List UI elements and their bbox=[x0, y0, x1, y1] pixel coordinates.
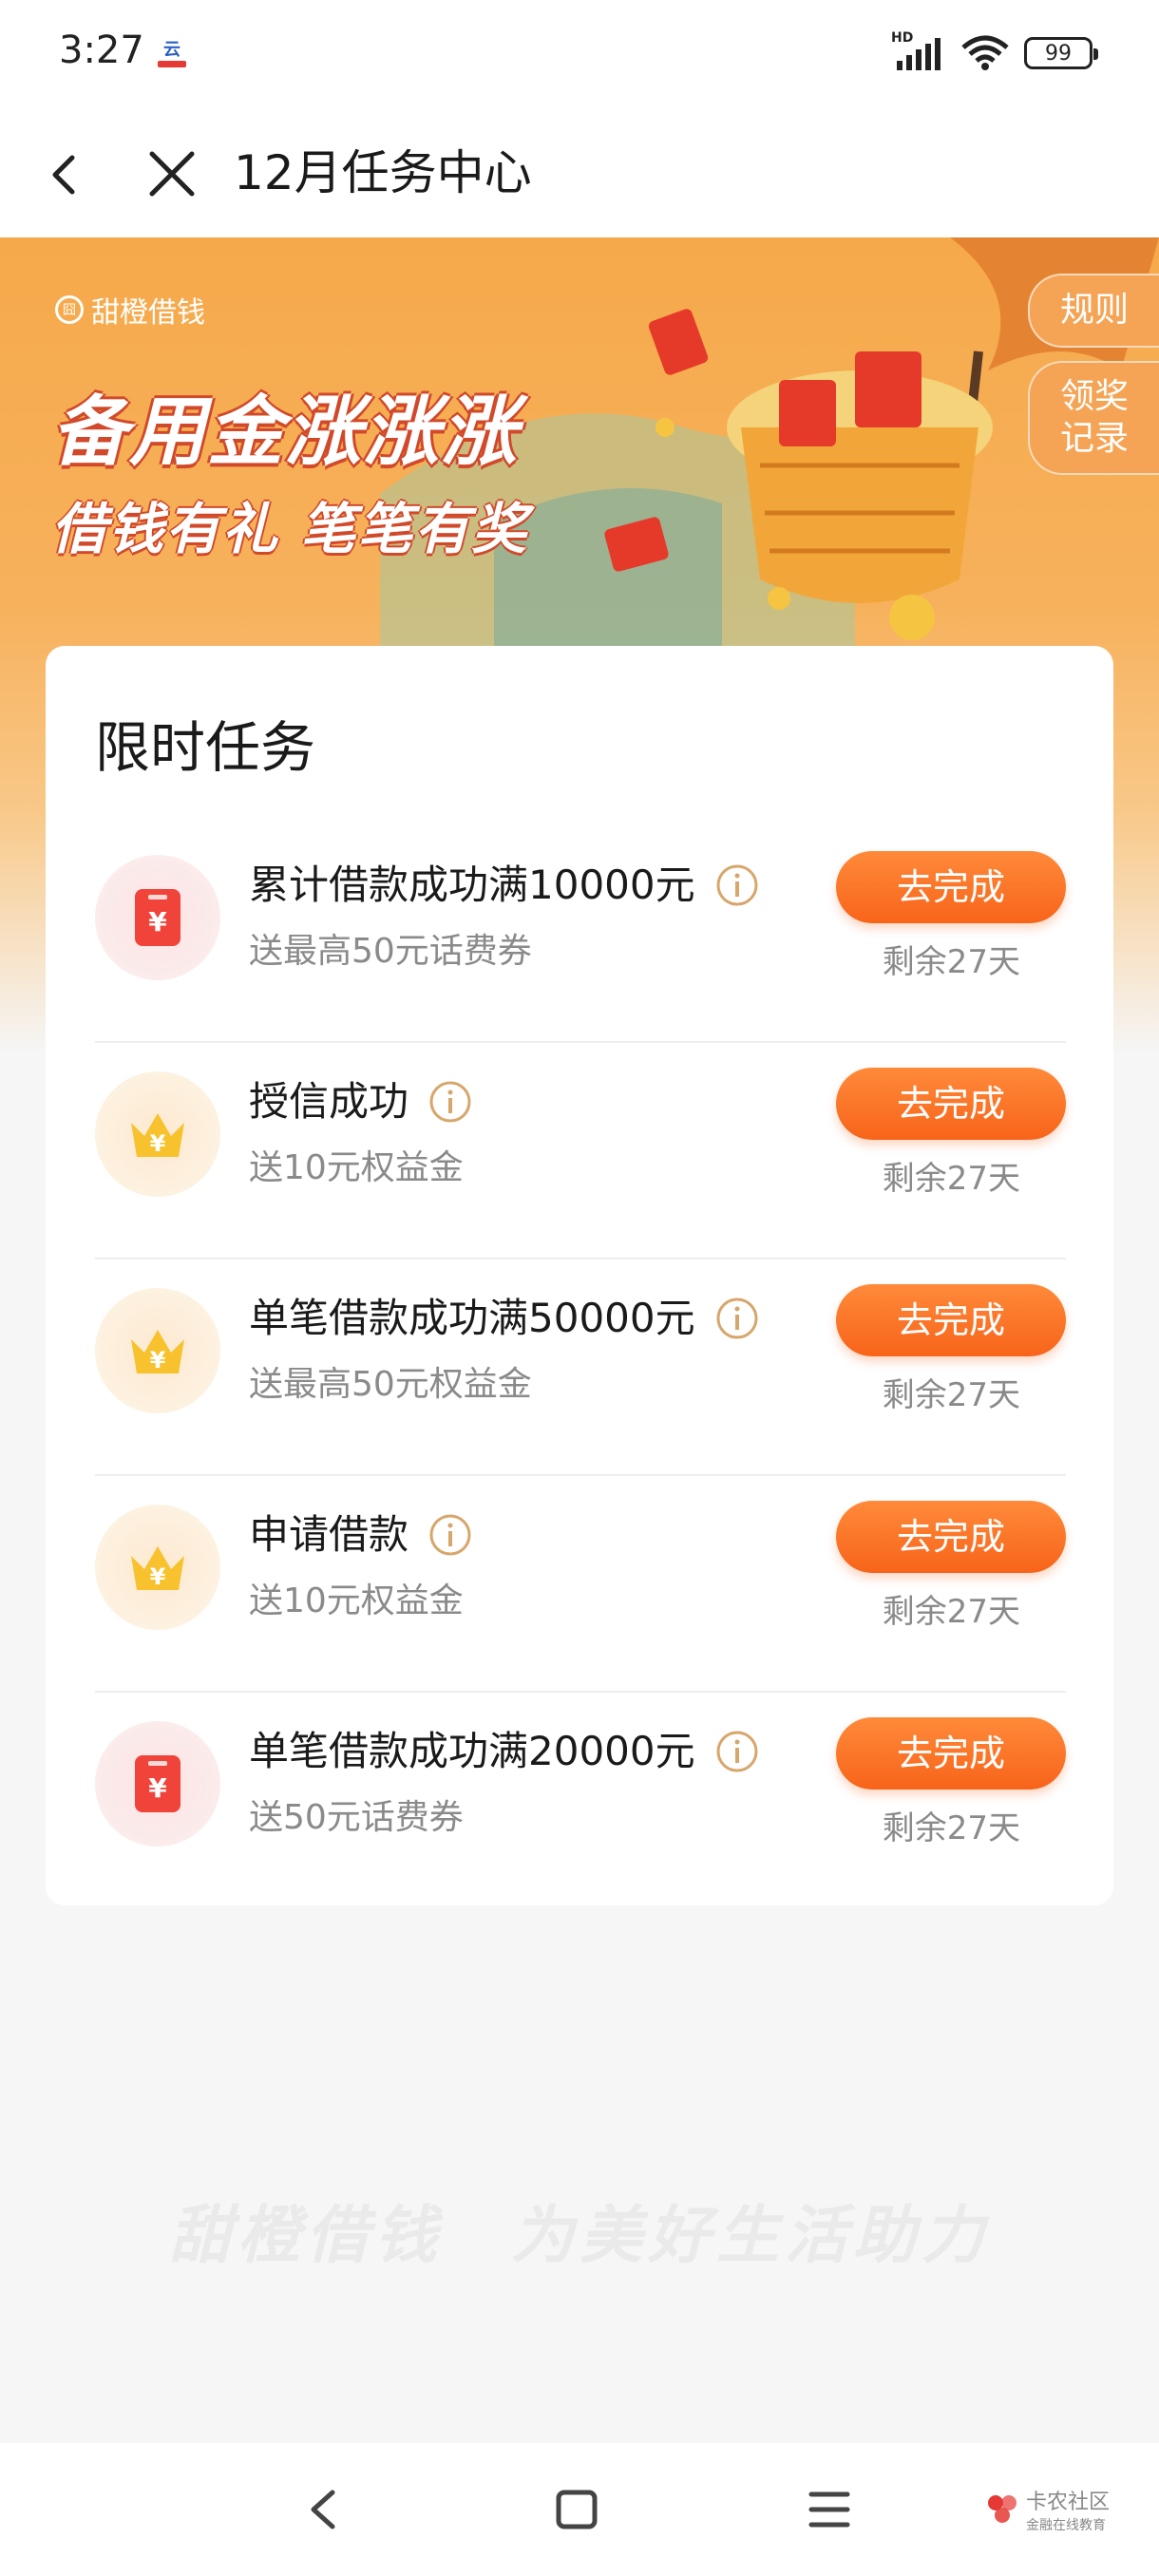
info-icon[interactable] bbox=[714, 1296, 760, 1341]
reward-records-label-2: 记录 bbox=[1059, 419, 1129, 458]
brand-name: 甜橙借钱 bbox=[91, 296, 205, 330]
svg-text:¥: ¥ bbox=[150, 1130, 166, 1157]
wifi-icon bbox=[961, 35, 1009, 70]
svg-text:¥: ¥ bbox=[150, 1347, 166, 1373]
reward-records-button[interactable]: 领奖 记录 bbox=[1028, 361, 1159, 475]
crown-coin-icon: ¥ bbox=[95, 1288, 220, 1413]
task-title: 申请借款 bbox=[249, 1505, 473, 1565]
crown-coin-icon: ¥ bbox=[95, 1071, 220, 1197]
footer-slogan: 甜橙借钱 为美好生活助力 bbox=[169, 2199, 990, 2272]
info-icon[interactable] bbox=[428, 1079, 473, 1125]
svg-text:¥: ¥ bbox=[148, 1772, 167, 1804]
page-title: 12月任务中心 bbox=[234, 145, 532, 200]
task-item: ¥ 申请借款 送10元权益金 去完成 剩余27天 bbox=[95, 1476, 1066, 1693]
task-title: 累计借款成功满10000元 bbox=[249, 855, 760, 916]
info-icon[interactable] bbox=[714, 862, 760, 908]
system-back-icon[interactable] bbox=[300, 2481, 348, 2538]
network-type: HD bbox=[891, 30, 914, 46]
battery-level: 99 bbox=[1045, 41, 1072, 66]
svg-text:¥: ¥ bbox=[148, 906, 167, 938]
task-reward: 送50元话费券 bbox=[249, 1798, 464, 1837]
task-remaining-days: 剩余27天 bbox=[882, 1376, 1020, 1414]
signal-icon: HD bbox=[891, 30, 946, 72]
task-title: 单笔借款成功满50000元 bbox=[249, 1288, 760, 1349]
task-title-text: 申请借款 bbox=[249, 1511, 409, 1558]
system-menu-icon[interactable] bbox=[806, 2481, 853, 2538]
watermark-title: 卡农社区 bbox=[1026, 2491, 1111, 2514]
watermark: 卡农社区 金融在线教育 bbox=[984, 2485, 1110, 2534]
task-reward: 送10元权益金 bbox=[249, 1148, 464, 1187]
watermark-logo-icon bbox=[988, 2495, 1016, 2523]
close-icon[interactable] bbox=[142, 141, 201, 209]
card-title: 限时任务 bbox=[95, 715, 316, 780]
task-title: 授信成功 bbox=[249, 1071, 473, 1132]
task-remaining-days: 剩余27天 bbox=[882, 1809, 1020, 1847]
status-bar: 3:27 云 HD 99 bbox=[0, 0, 1159, 112]
complete-task-button[interactable]: 去完成 bbox=[836, 1501, 1066, 1573]
svg-text:¥: ¥ bbox=[150, 1563, 166, 1590]
phone-voucher-icon: ¥ bbox=[95, 1721, 220, 1847]
nav-bar: 12月任务中心 bbox=[0, 112, 1159, 237]
crown-coin-icon: ¥ bbox=[95, 1505, 220, 1630]
brand-logo: 囧 甜橙借钱 bbox=[55, 289, 205, 331]
task-item: ¥ 单笔借款成功满50000元 送最高50元权益金 去完成 剩余27天 bbox=[95, 1260, 1066, 1476]
task-title-text: 单笔借款成功满20000元 bbox=[249, 1728, 695, 1774]
system-nav-bar: 卡农社区 金融在线教育 bbox=[0, 2443, 1159, 2576]
task-item: ¥ 单笔借款成功满20000元 送50元话费券 去完成 剩余27天 bbox=[95, 1693, 1066, 1909]
complete-task-button[interactable]: 去完成 bbox=[836, 1068, 1066, 1140]
complete-task-button[interactable]: 去完成 bbox=[836, 1284, 1066, 1356]
task-title-text: 累计借款成功满10000元 bbox=[249, 862, 695, 908]
task-remaining-days: 剩余27天 bbox=[882, 1160, 1020, 1198]
task-remaining-days: 剩余27天 bbox=[882, 1593, 1020, 1631]
banner-subheadline: 借钱有礼 笔笔有奖 bbox=[51, 497, 529, 561]
banner-headline: 备用金涨涨涨 bbox=[51, 388, 519, 476]
status-time: 3:27 bbox=[59, 28, 144, 72]
task-reward: 送最高50元话费券 bbox=[249, 932, 532, 971]
status-indicators: HD 99 bbox=[891, 30, 1098, 74]
task-item: ¥ 授信成功 送10元权益金 去完成 剩余27天 bbox=[95, 1043, 1066, 1260]
task-item: ¥ 累计借款成功满10000元 送最高50元话费券 去完成 剩余27天 bbox=[95, 826, 1066, 1043]
task-title: 单笔借款成功满20000元 bbox=[249, 1721, 760, 1782]
task-reward: 送最高50元权益金 bbox=[249, 1365, 532, 1404]
app-notification-icon: 云 bbox=[158, 40, 186, 67]
limited-tasks-card: 限时任务 ¥ 累计借款成功满10000元 送最高50元话费券 去完成 剩余27天 bbox=[46, 646, 1113, 1905]
complete-task-button[interactable]: 去完成 bbox=[836, 851, 1066, 923]
task-title-text: 授信成功 bbox=[249, 1078, 409, 1125]
battery-icon: 99 bbox=[1024, 37, 1098, 69]
reward-records-label-1: 领奖 bbox=[1059, 377, 1129, 416]
task-reward: 送10元权益金 bbox=[249, 1582, 464, 1620]
svg-text:云: 云 bbox=[163, 40, 180, 60]
back-icon[interactable] bbox=[40, 141, 89, 209]
complete-task-button[interactable]: 去完成 bbox=[836, 1717, 1066, 1790]
rules-button[interactable]: 规则 bbox=[1028, 274, 1159, 348]
task-title-text: 单笔借款成功满50000元 bbox=[249, 1295, 695, 1341]
brand-logo-icon: 囧 bbox=[55, 295, 84, 324]
watermark-subtitle: 金融在线教育 bbox=[1026, 2518, 1106, 2533]
phone-voucher-icon: ¥ bbox=[95, 855, 220, 980]
system-home-icon[interactable] bbox=[553, 2481, 600, 2538]
task-remaining-days: 剩余27天 bbox=[882, 943, 1020, 981]
info-icon[interactable] bbox=[714, 1729, 760, 1774]
info-icon[interactable] bbox=[428, 1512, 473, 1558]
